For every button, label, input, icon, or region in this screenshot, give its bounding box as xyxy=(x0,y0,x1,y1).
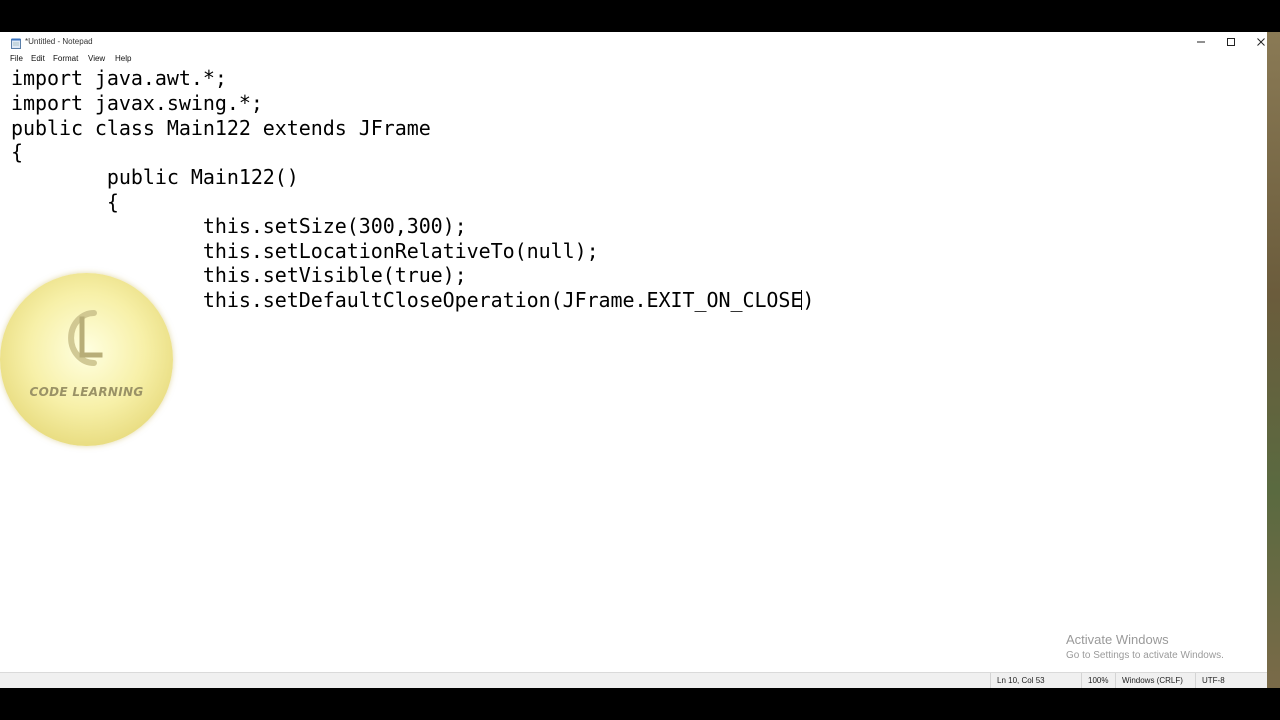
activate-windows-watermark: Activate Windows Go to Settings to activ… xyxy=(1066,632,1224,662)
menu-edit[interactable]: Edit xyxy=(30,54,46,64)
code-line: { xyxy=(11,190,119,214)
status-zoom: 100% xyxy=(1081,673,1114,688)
status-encoding: UTF-8 xyxy=(1195,673,1267,688)
activate-subtitle: Go to Settings to activate Windows. xyxy=(1066,650,1224,661)
title-bar[interactable]: *Untitled - Notepad xyxy=(0,32,1280,51)
code-learning-logo: CODE LEARNING xyxy=(0,273,173,446)
logo-text: CODE LEARNING xyxy=(29,385,144,399)
minimize-button[interactable] xyxy=(1186,32,1216,51)
code-line: { xyxy=(11,140,23,164)
text-editor[interactable]: import java.awt.*; import javax.swing.*;… xyxy=(0,66,1267,672)
menu-bar: File Edit Format View Help xyxy=(0,52,1280,66)
status-line-ending: Windows (CRLF) xyxy=(1115,673,1195,688)
maximize-icon xyxy=(1227,37,1235,46)
desktop-background-edge xyxy=(1267,32,1280,688)
menu-help[interactable]: Help xyxy=(114,54,132,64)
code-line: import javax.swing.*; xyxy=(11,91,263,115)
notepad-icon xyxy=(11,36,21,49)
close-icon xyxy=(1257,37,1265,46)
menu-file[interactable]: File xyxy=(9,54,24,64)
code-line: public class Main122 extends JFrame xyxy=(11,116,431,140)
activate-title: Activate Windows xyxy=(1066,632,1169,647)
menu-view[interactable]: View xyxy=(87,54,106,64)
code-line: this.setLocationRelativeTo(null); xyxy=(11,239,599,263)
code-line: this.setSize(300,300); xyxy=(11,214,467,238)
minimize-icon xyxy=(1197,41,1205,42)
code-line: import java.awt.*; xyxy=(11,66,227,90)
code-line: public Main122() xyxy=(11,165,299,189)
notepad-window: *Untitled - Notepad File Edit Format Vie… xyxy=(0,32,1280,688)
logo-emblem-icon xyxy=(68,310,103,366)
menu-format[interactable]: Format xyxy=(52,54,79,64)
status-bar: Ln 10, Col 53 100% Windows (CRLF) UTF-8 xyxy=(0,672,1280,688)
code-after-caret: ) xyxy=(802,288,815,312)
window-title: *Untitled - Notepad xyxy=(25,37,93,46)
status-cursor-position: Ln 10, Col 53 xyxy=(990,673,1079,688)
maximize-button[interactable] xyxy=(1216,32,1246,51)
